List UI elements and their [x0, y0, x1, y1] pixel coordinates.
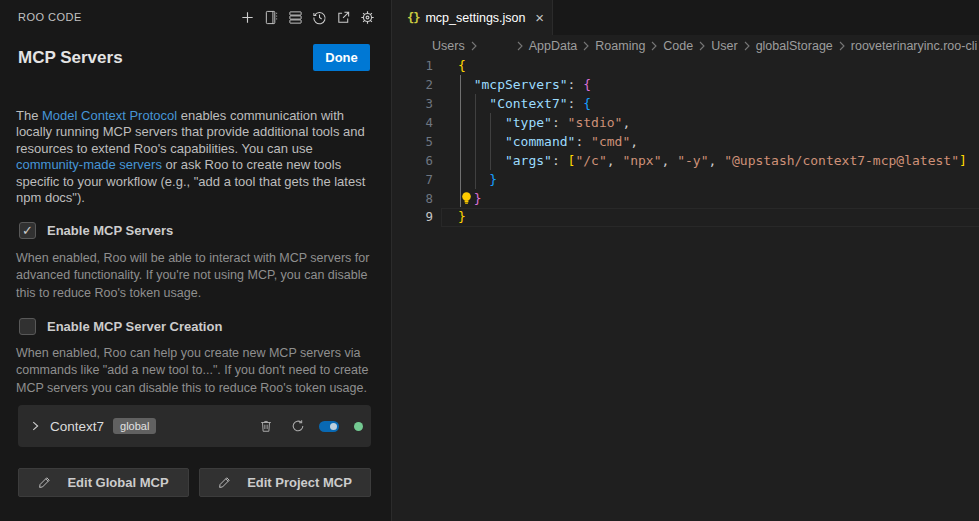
panel-title: ROO CODE: [18, 11, 82, 23]
line-number: 7: [392, 172, 433, 187]
roo-code-sidebar: ROO CODE: [0, 0, 390, 521]
app: ROO CODE: [0, 0, 979, 521]
sidebar-panel-header: ROO CODE: [0, 0, 390, 34]
enable-mcp-creation-description: When enabled, Roo can help you create ne…: [16, 345, 384, 397]
lightbulb-icon[interactable]: [460, 191, 473, 205]
code-line-1: 1{: [392, 57, 979, 76]
code-line-8: 8 }: [392, 189, 979, 208]
breadcrumb-item[interactable]: Code: [663, 39, 693, 53]
line-content: "command": "cmd",: [433, 134, 638, 149]
breadcrumb-separator-icon: [698, 41, 706, 51]
editor-tabbar: {} mcp_settings.json ×: [392, 0, 979, 35]
breadcrumb-item[interactable]: Roaming: [595, 39, 645, 53]
line-content: }: [433, 209, 466, 224]
checkmark-icon: ✓: [22, 224, 33, 237]
code-line-5: 5 "command": "cmd",: [392, 132, 979, 151]
sidebar-toolbar: [235, 9, 379, 26]
plus-icon[interactable]: [235, 9, 259, 26]
tab-close-icon[interactable]: ×: [535, 10, 544, 25]
edit-project-mcp-button[interactable]: Edit Project MCP: [199, 468, 371, 497]
intro-paragraph: The Model Context Protocol enables commu…: [16, 108, 377, 206]
done-button[interactable]: Done: [313, 44, 370, 71]
refresh-icon[interactable]: [286, 419, 310, 433]
pencil-icon: [218, 476, 231, 489]
breadcrumb-item[interactable]: AppData: [529, 39, 578, 53]
mcp-server-icon[interactable]: [283, 9, 307, 26]
code-line-9: 9}: [392, 208, 979, 227]
breadcrumb-separator-icon: [470, 41, 478, 51]
code-line-4: 4 "type": "stdio",: [392, 113, 979, 132]
view-header: MCP Servers Done: [0, 44, 390, 72]
line-content: }: [433, 191, 481, 206]
server-status-dot: [354, 422, 363, 431]
tab-label: mcp_settings.json: [425, 11, 525, 25]
code-line-7: 7 }: [392, 170, 979, 189]
breadcrumb-item[interactable]: rooveterinaryinc.roo-cli: [851, 39, 977, 53]
tab-mcp-settings[interactable]: {} mcp_settings.json ×: [392, 0, 553, 35]
breadcrumb-separator-icon: [516, 41, 524, 51]
line-number: 2: [392, 77, 433, 92]
breadcrumb-item[interactable]: Users: [432, 39, 465, 53]
enable-mcp-creation-row: Enable MCP Server Creation: [19, 318, 222, 335]
enable-mcp-servers-description: When enabled, Roo will be able to intera…: [16, 250, 384, 302]
code-line-3: 3 "Context7": {: [392, 94, 979, 113]
line-number: 5: [392, 134, 433, 149]
line-number: 4: [392, 115, 433, 130]
server-row-context7[interactable]: Context7 global: [18, 405, 371, 447]
breadcrumb-separator-icon: [650, 41, 658, 51]
code-line-6: 6 "args": ["/c", "npx", "-y", "@upstash/…: [392, 151, 979, 170]
enable-mcp-servers-row: ✓ Enable MCP Servers: [19, 222, 173, 239]
server-enabled-toggle[interactable]: [319, 421, 339, 432]
enable-mcp-servers-label: Enable MCP Servers: [47, 223, 173, 238]
breadcrumb-separator-icon: [743, 41, 751, 51]
notebook-icon[interactable]: [259, 9, 283, 26]
breadcrumb-separator-icon: [582, 41, 590, 51]
edit-global-mcp-button[interactable]: Edit Global MCP: [18, 468, 189, 497]
line-content: }: [433, 172, 497, 187]
line-content: "mcpServers": {: [433, 77, 591, 92]
line-number: 3: [392, 96, 433, 111]
chevron-right-icon[interactable]: [28, 419, 42, 433]
trash-icon[interactable]: [254, 419, 278, 433]
line-number: 9: [392, 209, 433, 224]
intro-text-1: The: [16, 108, 42, 123]
line-content: "type": "stdio",: [433, 115, 630, 130]
line-content: "args": ["/c", "npx", "-y", "@upstash/co…: [433, 153, 967, 168]
server-scope-badge: global: [113, 418, 156, 434]
open-in-editor-icon[interactable]: [331, 9, 355, 26]
code-line-2: 2 "mcpServers": {: [392, 75, 979, 94]
line-number: 1: [392, 58, 433, 73]
code-area[interactable]: 1{2 "mcpServers": {3 "Context7": {4 "typ…: [392, 57, 979, 227]
model-context-protocol-link[interactable]: Model Context Protocol: [42, 108, 177, 123]
enable-mcp-creation-label: Enable MCP Server Creation: [47, 319, 222, 334]
line-content: {: [433, 58, 466, 73]
edit-global-mcp-label: Edit Global MCP: [67, 475, 168, 490]
history-icon[interactable]: [307, 9, 331, 26]
pencil-icon: [38, 476, 51, 489]
enable-mcp-creation-checkbox[interactable]: [19, 318, 36, 335]
breadcrumb-item[interactable]: User: [711, 39, 737, 53]
server-row-actions: [254, 419, 371, 433]
toggle-knob: [330, 423, 337, 430]
gear-icon[interactable]: [355, 9, 379, 26]
editor-pane: {} mcp_settings.json × Users AppData Roami…: [392, 0, 979, 521]
community-made-servers-link[interactable]: community-made servers: [16, 157, 162, 172]
breadcrumb-item[interactable]: globalStorage: [756, 39, 833, 53]
enable-mcp-servers-checkbox[interactable]: ✓: [19, 222, 36, 239]
line-number: 8: [392, 191, 433, 206]
server-name: Context7: [50, 419, 104, 434]
edit-project-mcp-label: Edit Project MCP: [247, 475, 352, 490]
line-number: 6: [392, 153, 433, 168]
line-content: "Context7": {: [433, 96, 591, 111]
json-file-icon: {}: [407, 11, 419, 25]
breadcrumb: Users AppData Roaming Code User globalStorage…: [392, 35, 979, 57]
page-title: MCP Servers: [18, 48, 123, 68]
breadcrumb-separator-icon: [838, 41, 846, 51]
